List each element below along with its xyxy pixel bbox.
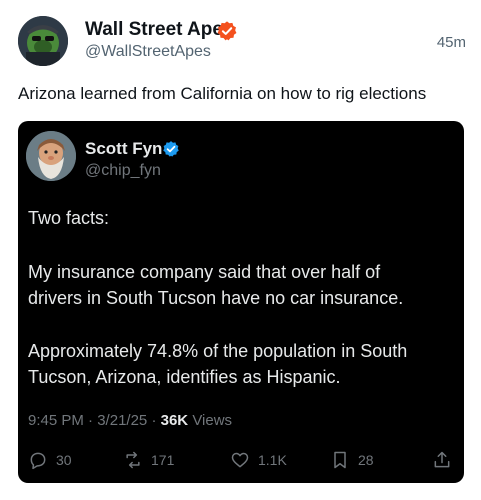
quoted-text-line: My insurance company said that over half…: [28, 262, 381, 282]
meta-separator: ·: [88, 412, 94, 429]
repost-count: 171: [151, 452, 175, 468]
post-text: Arizona learned from California on how t…: [18, 84, 427, 103]
quoted-text-line: Tucson, Arizona, identifies as Hispanic.: [28, 367, 341, 387]
repost-button[interactable]: 171: [123, 447, 174, 473]
views-label: Views: [192, 412, 233, 429]
views-count: 36K: [160, 412, 189, 429]
quoted-text-line: drivers in South Tucson have no car insu…: [28, 288, 404, 308]
author-display-name[interactable]: Wall Street Apes: [85, 19, 234, 41]
share-button[interactable]: [432, 447, 460, 473]
reply-icon: [30, 452, 46, 470]
quoted-text-line: Approximately 74.8% of the population in…: [28, 341, 408, 361]
reply-count: 30: [56, 452, 72, 468]
quoted-post-meta: 9:45 PM · 3/21/25 · 36K Views: [28, 412, 232, 429]
bookmark-button[interactable]: 28: [330, 447, 374, 473]
quoted-text-line: Two facts:: [28, 208, 110, 228]
like-count: 1.1K: [258, 452, 287, 468]
like-icon: [231, 452, 249, 468]
share-icon: [434, 451, 450, 468]
verified-badge-icon: [217, 21, 237, 41]
meta-separator: ·: [151, 412, 157, 429]
action-bar: 30 171 1.1K 28: [18, 447, 464, 473]
post-header: Wall Street Apes @WallStreetApes 45m: [18, 16, 466, 68]
repost-icon: [126, 451, 140, 469]
quoted-post-date[interactable]: 3/21/25: [97, 412, 147, 429]
reply-button[interactable]: 30: [28, 447, 72, 473]
author-handle[interactable]: @WallStreetApes: [85, 43, 211, 61]
bookmark-count: 28: [358, 452, 374, 468]
post-timestamp[interactable]: 45m: [437, 34, 466, 51]
like-button[interactable]: 1.1K: [230, 447, 287, 473]
quoted-post-time[interactable]: 9:45 PM: [28, 412, 84, 429]
quoted-author-display-name[interactable]: Scott Fyn: [85, 139, 162, 159]
bearded-man-avatar-image: [26, 131, 76, 181]
gorilla-avatar-image: [18, 16, 68, 66]
quoted-author-handle[interactable]: @chip_fyn: [85, 162, 161, 180]
quoted-author-avatar[interactable]: [26, 131, 76, 181]
author-avatar[interactable]: [18, 16, 68, 66]
bookmark-icon: [334, 451, 346, 469]
quoted-post-card[interactable]: Scott Fyn @chip_fyn Two facts: My insura…: [18, 121, 464, 483]
verified-badge-icon: [163, 141, 179, 157]
